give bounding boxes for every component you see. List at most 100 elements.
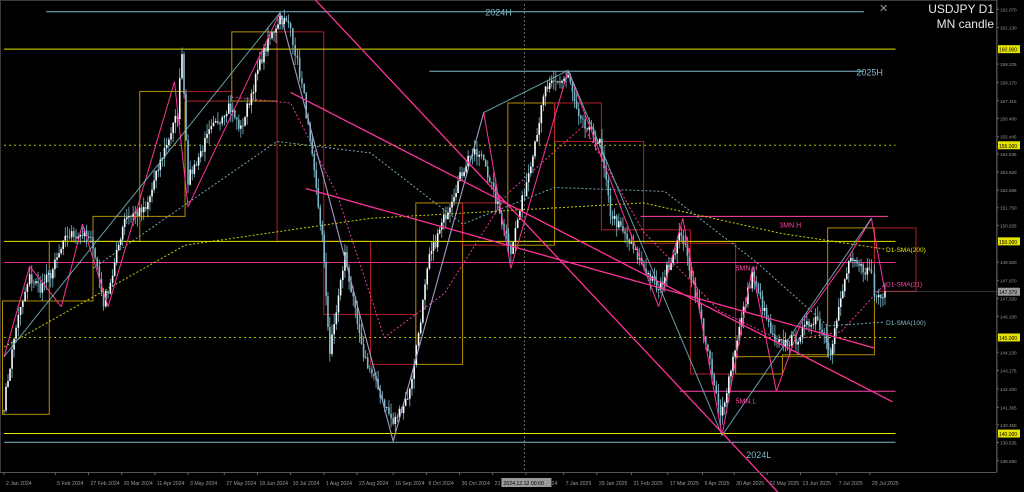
candle-body xyxy=(734,350,736,357)
time-tick-label: 27 May 2024 xyxy=(226,481,256,487)
candle-body xyxy=(715,384,718,394)
candle-body xyxy=(225,113,228,117)
candle-body xyxy=(109,282,112,294)
monthly-candle-box xyxy=(415,202,464,365)
candle-body xyxy=(362,344,365,358)
candle-body xyxy=(879,294,882,299)
time-tick-label: 3 May 2024 xyxy=(190,481,217,487)
candle-body xyxy=(319,207,322,225)
candle-body xyxy=(406,398,409,400)
candle-body xyxy=(236,117,238,120)
candle-body xyxy=(793,334,795,336)
candle-body xyxy=(313,153,316,170)
candle-body xyxy=(238,119,240,129)
candle-body xyxy=(22,301,24,307)
price-tick-label: 156.400 xyxy=(1000,116,1017,121)
zigzag-swing-segment xyxy=(3,12,281,357)
candle-body xyxy=(634,249,637,250)
candle-body xyxy=(615,215,618,228)
candle-body xyxy=(364,357,367,359)
price-chart[interactable]: 2024H 2025H 2024L 3MN.H 5MN.H 5MN.L D1-SMA(200… xyxy=(0,0,1024,492)
candle-body xyxy=(151,189,153,197)
candle-body xyxy=(240,125,242,129)
price-tick-label: 161.130 xyxy=(1000,25,1017,30)
zigzag-segment xyxy=(870,218,886,292)
candle-body xyxy=(157,170,160,171)
candle-body xyxy=(611,215,614,219)
candle-body xyxy=(841,291,844,299)
zigzag-swing-segment xyxy=(279,12,394,442)
candle-body xyxy=(254,74,257,92)
candle-body xyxy=(371,369,373,374)
candle-body xyxy=(221,117,224,124)
candle-body xyxy=(385,407,388,409)
candle-body xyxy=(476,149,478,157)
candle-body xyxy=(107,290,109,294)
candle-body xyxy=(269,37,271,39)
candle-body xyxy=(480,154,483,156)
zigzag-segment xyxy=(775,323,801,392)
candle-body xyxy=(35,281,37,284)
candle-body xyxy=(125,217,128,219)
candle-body xyxy=(575,101,578,109)
candle-body xyxy=(287,21,290,24)
candle-body xyxy=(252,91,255,94)
candle-body xyxy=(396,416,399,418)
time-tick-label: 18 Jun 2024 xyxy=(259,481,288,487)
candle-body xyxy=(434,242,437,248)
price-tick-label: 155.445 xyxy=(1000,135,1017,140)
candle-body xyxy=(580,115,582,119)
candle-body xyxy=(140,207,143,213)
candle-body xyxy=(544,86,547,97)
candle-body xyxy=(195,164,198,166)
close-icon[interactable]: ✕ xyxy=(879,2,888,15)
candle-body xyxy=(808,321,810,327)
candle-body xyxy=(473,149,476,155)
candle-body xyxy=(3,410,5,412)
candle-body xyxy=(206,133,208,139)
candle-body xyxy=(298,57,301,79)
candle-body xyxy=(212,122,215,127)
candle-body xyxy=(521,195,523,211)
candle-body xyxy=(174,115,177,123)
candle-body xyxy=(172,122,174,134)
level-label: 2025H xyxy=(856,67,883,77)
time-tick-label: 30 Oct 2024 xyxy=(462,481,490,487)
current-price-label: 147.379 xyxy=(999,290,1017,296)
candle-body xyxy=(422,299,424,323)
candle-body xyxy=(388,407,390,414)
candle-body xyxy=(494,187,497,204)
candle-body xyxy=(755,281,758,284)
candle-body xyxy=(690,270,693,280)
candle-body xyxy=(707,344,709,352)
candle-body xyxy=(37,281,39,284)
candle-body xyxy=(461,172,463,177)
sma-label: D1-SMA(200) xyxy=(886,247,926,254)
candle-body xyxy=(142,207,145,213)
candle-body xyxy=(713,374,716,385)
price-tick-label: 138.580 xyxy=(1000,459,1017,464)
candle-body xyxy=(294,44,296,56)
time-tick-label: 9 Apr 2025 xyxy=(704,481,729,487)
candle-body xyxy=(111,275,114,283)
price-tick-label: 140.000 xyxy=(999,432,1017,438)
price-tick-label: 162.070 xyxy=(1000,7,1017,12)
candle-body xyxy=(223,116,226,118)
candle-body xyxy=(62,240,65,250)
candle-body xyxy=(17,315,20,328)
candle-body xyxy=(408,388,411,399)
candle-body xyxy=(463,171,465,177)
candle-body xyxy=(816,316,819,321)
candle-body xyxy=(443,214,445,223)
monthly-candle-box xyxy=(139,90,186,217)
candle-body xyxy=(45,274,48,283)
candle-body xyxy=(763,307,766,311)
time-tick-label: 11 Apr 2024 xyxy=(157,481,185,487)
zigzag-segment xyxy=(3,266,31,357)
candle-body xyxy=(9,368,11,381)
price-tick-label: 154.535 xyxy=(1000,152,1017,157)
candle-body xyxy=(797,341,799,345)
price-tick-label: 153.620 xyxy=(1000,170,1017,175)
candle-body xyxy=(87,236,90,238)
candle-body xyxy=(819,320,821,330)
